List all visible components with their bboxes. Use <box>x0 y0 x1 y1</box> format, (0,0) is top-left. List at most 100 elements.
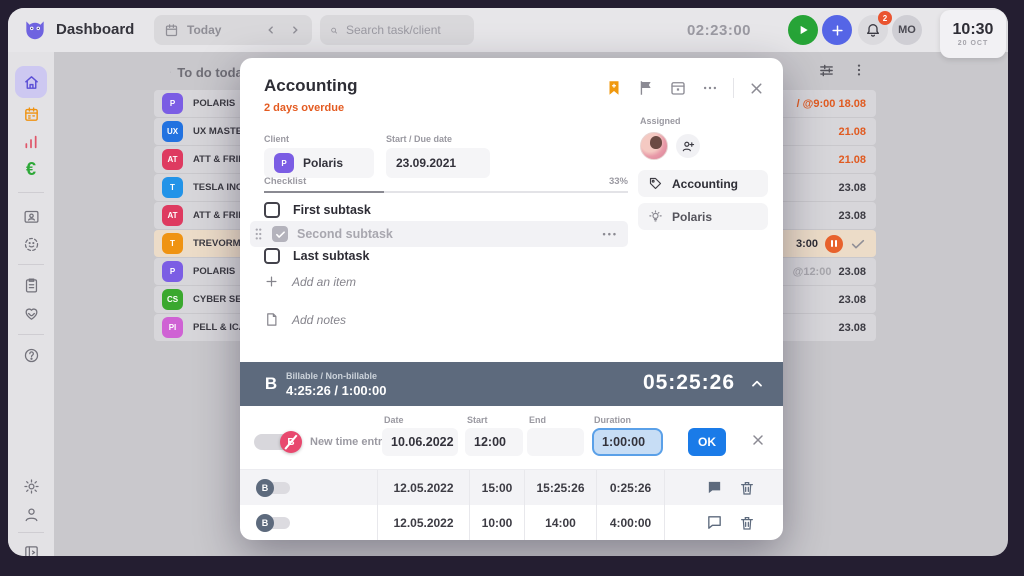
lightbulb-icon <box>648 209 663 224</box>
time-entries-table: B 12.05.2022 15:00 15:25:26 0:25:26 B 12… <box>240 470 783 540</box>
checkbox-checked[interactable] <box>272 226 288 242</box>
add-notes-button[interactable]: Add notes <box>264 312 346 327</box>
tag-polaris[interactable]: Polaris <box>638 203 768 230</box>
client-field-value: Polaris <box>303 156 343 170</box>
sidebar-collapse-button[interactable] <box>15 536 47 556</box>
sidebar-item-finance[interactable]: € <box>15 153 47 185</box>
kebab-menu-icon[interactable] <box>851 62 867 78</box>
sidebar: € <box>8 52 54 556</box>
checkbox-unchecked[interactable] <box>264 202 280 218</box>
flag-icon[interactable] <box>637 79 655 97</box>
add-assignee-button[interactable] <box>676 134 700 158</box>
bookmark-icon[interactable] <box>605 79 623 97</box>
client-avatar: UX <box>162 121 183 142</box>
page-title: Dashboard <box>56 21 134 38</box>
time-entry-row[interactable]: B 12.05.2022 15:00 15:25:26 0:25:26 <box>240 470 783 505</box>
trash-icon[interactable] <box>739 515 755 531</box>
duration-input[interactable] <box>592 428 663 456</box>
end-field[interactable] <box>527 428 584 456</box>
add-task-button[interactable] <box>822 15 852 45</box>
entry-start: 10:00 <box>470 505 525 540</box>
more-options-icon[interactable] <box>701 79 719 97</box>
task-date: 23.08 <box>838 294 866 306</box>
home-icon <box>23 74 40 91</box>
chevron-right-icon[interactable] <box>288 23 302 37</box>
entry-start: 15:00 <box>470 470 525 505</box>
chevron-left-icon[interactable] <box>264 23 278 37</box>
note-icon <box>264 312 279 327</box>
play-timer-button[interactable] <box>788 15 818 45</box>
gear-icon <box>23 478 40 495</box>
check-icon[interactable] <box>850 236 866 252</box>
due-date-field[interactable]: 23.09.2021 <box>386 148 490 178</box>
task-date: / @9:00 18.08 <box>797 98 866 110</box>
divider <box>733 78 734 98</box>
notifications-button[interactable]: 2 <box>858 15 888 45</box>
item-more-options[interactable]: ••• <box>603 229 618 239</box>
ok-button[interactable]: OK <box>688 428 726 456</box>
person-icon <box>23 506 40 523</box>
drag-handle-icon[interactable] <box>254 227 263 241</box>
comment-icon[interactable] <box>706 514 723 531</box>
top-bar: Dashboard Today 02:23:00 2 MO <box>8 8 1008 52</box>
filter-sliders-icon[interactable] <box>818 62 835 79</box>
sidebar-divider <box>18 192 44 193</box>
checkbox-unchecked[interactable] <box>264 248 280 264</box>
sidebar-item-profile[interactable] <box>15 498 47 530</box>
chevron-up-icon[interactable] <box>749 376 765 392</box>
sidebar-item-face-id[interactable] <box>15 228 47 260</box>
close-icon[interactable] <box>748 80 765 97</box>
clock-time: 10:30 <box>953 21 994 39</box>
assignee-avatar[interactable] <box>640 132 668 160</box>
client-avatar: T <box>162 177 183 198</box>
tag-accounting[interactable]: Accounting <box>638 170 768 197</box>
plus-icon <box>830 23 845 38</box>
client-field-label: Client <box>264 134 374 144</box>
calendar-day-icon[interactable] <box>669 79 687 97</box>
checklist-item-checked[interactable]: Second subtask ••• <box>250 221 628 247</box>
sidebar-item-help[interactable] <box>15 339 47 371</box>
time-entry-row[interactable]: B 12.05.2022 10:00 14:00 4:00:00 <box>240 505 783 540</box>
sidebar-item-wellness[interactable] <box>15 297 47 329</box>
task-date: 23.08 <box>838 266 866 278</box>
sidebar-item-dashboard[interactable] <box>15 66 47 98</box>
billable-toggle[interactable]: B <box>254 434 292 450</box>
timer-summary-bar[interactable]: B Billable / Non-billable 4:25:26 / 1:00… <box>240 362 783 406</box>
trash-icon[interactable] <box>739 480 755 496</box>
face-scan-icon <box>23 236 40 253</box>
entry-end: 15:25:26 <box>525 470 597 505</box>
calendar-icon <box>23 106 40 123</box>
assigned-label: Assigned <box>640 116 700 126</box>
double-check-icon <box>170 64 171 80</box>
search-input[interactable] <box>346 23 464 37</box>
clock-widget[interactable]: 10:30 20 OCT <box>940 10 1006 58</box>
billable-toggle[interactable]: B <box>256 479 292 497</box>
client-field[interactable]: P Polaris <box>264 148 374 178</box>
today-button[interactable]: Today <box>187 23 264 37</box>
billable-toggle[interactable]: B <box>256 514 292 532</box>
tag-label: Accounting <box>672 177 738 191</box>
billable-icon: B <box>256 479 274 497</box>
tag-label: Polaris <box>672 210 712 224</box>
sidebar-divider <box>18 334 44 335</box>
entry-end: 14:00 <box>525 505 597 540</box>
checklist-label: Checklist <box>264 176 306 187</box>
plus-icon <box>264 274 279 289</box>
pause-timer-button[interactable] <box>825 235 843 253</box>
client-avatar: P <box>162 261 183 282</box>
close-form-icon[interactable] <box>750 432 766 448</box>
start-field[interactable]: 12:00 <box>465 428 523 456</box>
search-bar <box>320 15 474 45</box>
duration-field-label: Duration <box>594 415 631 425</box>
checklist-item[interactable]: Last subtask <box>264 248 369 264</box>
global-timer-value: 02:23:00 <box>687 22 751 39</box>
task-date: 23.08 <box>838 182 866 194</box>
user-avatar[interactable]: MO <box>892 15 922 45</box>
checklist-item[interactable]: First subtask <box>264 202 371 218</box>
sidebar-divider <box>18 532 44 533</box>
comment-icon[interactable] <box>706 479 723 496</box>
due-date-value: 23.09.2021 <box>396 156 456 170</box>
date-field[interactable]: 10.06.2022 <box>382 428 458 456</box>
add-checklist-item-button[interactable]: Add an item <box>264 274 356 289</box>
bar-chart-icon <box>23 134 39 150</box>
